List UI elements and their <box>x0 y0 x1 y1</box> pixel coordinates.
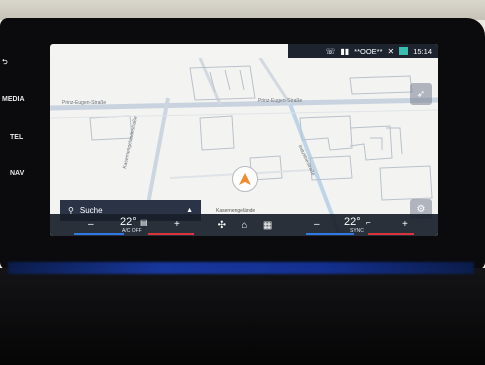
compass-icon: ➶ <box>416 88 426 100</box>
street-label: Prinz-Eugen-Straße <box>258 98 303 104</box>
temp-right-minus-button[interactable]: – <box>314 219 320 230</box>
climate-bar: – 22° ▤ A/C OFF + ✣ ⌂ ▦ – 22° ⌐ SYNC + <box>50 214 438 236</box>
signal-icon: ▮▮ <box>340 46 350 56</box>
back-button[interactable]: ⮌ <box>2 58 8 69</box>
temp-left-red-bar <box>148 233 194 235</box>
nav-button[interactable]: NAV <box>10 170 24 177</box>
temp-right-red-bar <box>368 233 414 235</box>
background-wall <box>0 0 485 20</box>
phone-icon: ☏ <box>325 46 336 56</box>
current-position-marker <box>232 166 258 192</box>
temp-right-blue-bar <box>306 233 354 235</box>
temp-right-value: 22° <box>344 216 361 228</box>
temp-left-plus-button[interactable]: + <box>174 219 180 230</box>
infotainment-screen: ☏ ▮▮ **OOE** ✕ 15:14 Prinz-Eugen-Straße … <box>50 44 438 236</box>
center-controls: ✣ ⌂ ▦ <box>210 214 280 236</box>
home-icon[interactable]: ⌂ <box>241 220 247 231</box>
status-bar: ☏ ▮▮ **OOE** ✕ 15:14 <box>288 44 438 58</box>
dashboard-surface <box>0 268 485 365</box>
temp-left-blue-bar <box>74 233 124 235</box>
navigation-arrow-icon <box>239 173 251 185</box>
ac-status[interactable]: A/C OFF <box>122 228 142 234</box>
street-label: Prinz-Eugen-Straße <box>62 100 107 106</box>
carrier-text: **OOE** <box>354 46 383 56</box>
navigation-map[interactable]: Prinz-Eugen-Straße Prinz-Eugen-Straße Ka… <box>50 57 438 236</box>
temp-right-plus-button[interactable]: + <box>402 219 408 230</box>
temp-left-minus-button[interactable]: – <box>88 219 94 230</box>
tel-button[interactable]: TEL <box>10 134 23 141</box>
ambient-light-strip <box>8 262 474 274</box>
clock: 15:14 <box>413 46 432 56</box>
apps-grid-icon[interactable]: ▦ <box>263 220 272 231</box>
seat-icon[interactable]: ⌐ <box>366 218 371 227</box>
seat-heat-icon[interactable]: ▤ <box>140 218 148 227</box>
temp-left-value: 22° <box>120 216 137 228</box>
chevron-up-icon[interactable]: ▲ <box>186 207 193 214</box>
media-button[interactable]: MEDIA <box>2 96 25 103</box>
gear-icon: ⚙ <box>416 203 426 215</box>
map-mini-icon <box>399 47 409 55</box>
compass-button[interactable]: ➶ <box>410 83 432 105</box>
climate-right: – 22° ⌐ SYNC + <box>306 214 426 236</box>
fan-icon[interactable]: ✣ <box>218 220 226 231</box>
climate-left: – 22° ▤ A/C OFF + <box>74 214 194 236</box>
mute-icon: ✕ <box>387 46 395 56</box>
